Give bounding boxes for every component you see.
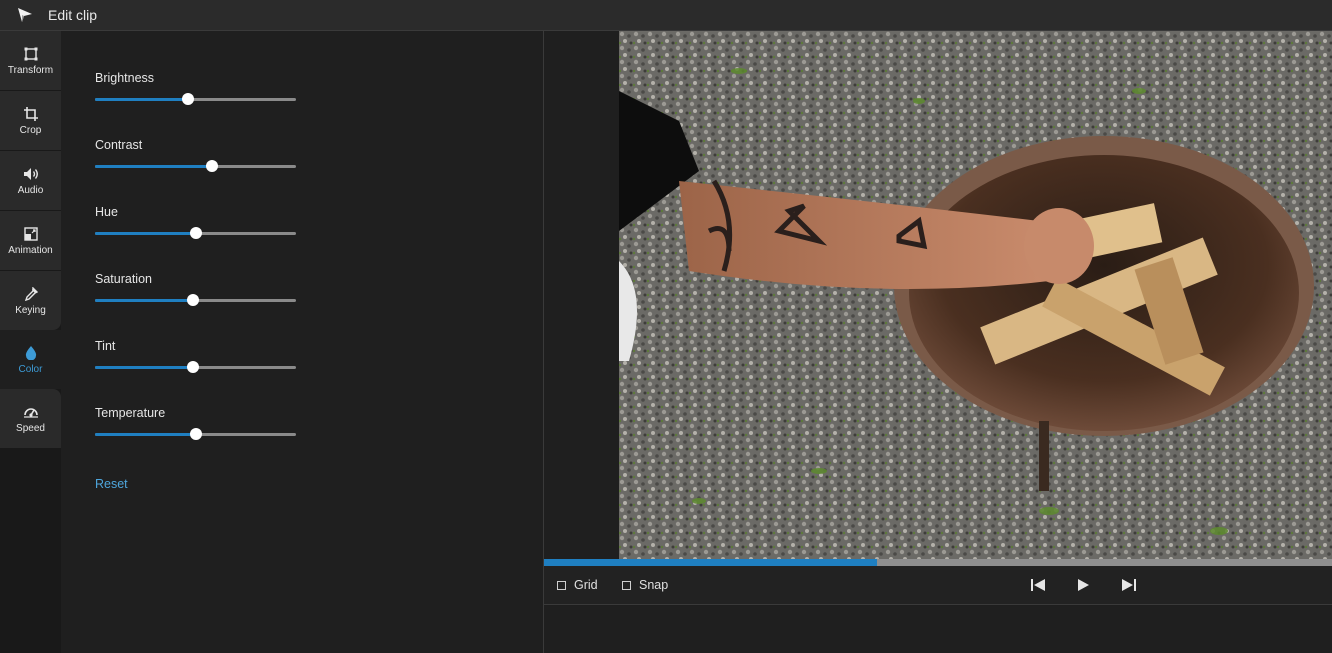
checkbox-icon: [557, 580, 566, 590]
tool-sidebar: Transform Crop Audio Animation Keying Co…: [0, 31, 61, 653]
speedometer-icon: [23, 404, 39, 420]
tint-slider-group: Tint: [95, 337, 305, 373]
crop-icon: [23, 106, 39, 122]
checkbox-icon: [622, 580, 631, 590]
tool-animation[interactable]: Animation: [0, 211, 61, 270]
title-bar: Edit clip: [0, 0, 1332, 31]
saturation-slider[interactable]: [95, 294, 296, 306]
slider-label: Tint: [95, 339, 116, 353]
slider-thumb[interactable]: [187, 294, 200, 306]
window-title: Edit clip: [48, 7, 98, 23]
tool-audio[interactable]: Audio: [0, 151, 61, 210]
slider-label: Saturation: [95, 272, 152, 286]
tool-label: Crop: [19, 124, 42, 136]
slider-thumb[interactable]: [205, 160, 218, 172]
tool-color[interactable]: Color: [0, 330, 61, 389]
hue-slider[interactable]: [95, 227, 296, 239]
slider-thumb[interactable]: [182, 93, 195, 105]
tool-label: Animation: [8, 244, 53, 256]
slider-label: Contrast: [95, 138, 143, 152]
slider-fill: [95, 165, 212, 168]
tool-label: Transform: [7, 64, 54, 76]
color-panel: Brightness Contrast Hue Saturation Tint: [61, 31, 543, 653]
slider-fill: [95, 366, 194, 369]
playback-controls: Grid Snap: [544, 566, 1332, 605]
tool-speed[interactable]: Speed: [0, 389, 61, 448]
tool-label: Speed: [16, 422, 45, 434]
skip-to-end-icon[interactable]: [1119, 576, 1139, 594]
play-icon[interactable]: [1073, 576, 1093, 594]
saturation-slider-group: Saturation: [95, 270, 305, 306]
hue-slider-group: Hue: [95, 203, 305, 239]
droplet-icon: [23, 345, 39, 361]
reset-link[interactable]: Reset: [95, 477, 128, 491]
video-frame-image: [619, 31, 1332, 559]
tool-crop[interactable]: Crop: [0, 91, 61, 150]
temperature-slider-group: Temperature: [95, 404, 305, 440]
app-logo-icon: [18, 8, 32, 22]
slider-fill: [95, 98, 189, 101]
playback-progress-bar[interactable]: [544, 559, 1332, 566]
skip-to-start-icon[interactable]: [1028, 576, 1048, 594]
progress-fill: [544, 559, 877, 566]
animation-icon: [23, 226, 39, 242]
tool-keying[interactable]: Keying: [0, 271, 61, 330]
slider-fill: [95, 232, 196, 235]
speaker-icon: [23, 166, 39, 182]
contrast-slider-group: Contrast: [95, 136, 305, 172]
timeline-area: [544, 606, 1332, 653]
tint-slider[interactable]: [95, 361, 296, 373]
slider-thumb[interactable]: [189, 428, 202, 440]
video-viewer: [544, 31, 1332, 559]
temperature-slider[interactable]: [95, 428, 296, 440]
eyedropper-icon: [23, 286, 39, 302]
tool-label: Keying: [15, 304, 46, 316]
brightness-slider[interactable]: [95, 93, 296, 105]
slider-fill: [95, 433, 196, 436]
snap-label: Snap: [639, 578, 669, 592]
tool-label: Color: [18, 363, 43, 375]
contrast-slider[interactable]: [95, 160, 296, 172]
snap-checkbox[interactable]: Snap: [622, 578, 668, 592]
slider-label: Brightness: [95, 71, 155, 85]
slider-fill: [95, 299, 194, 302]
transform-icon: [23, 46, 39, 62]
tool-label: Audio: [17, 184, 44, 196]
video-frame[interactable]: [619, 31, 1332, 559]
slider-thumb[interactable]: [189, 227, 202, 239]
slider-label: Hue: [95, 205, 118, 219]
grid-label: Grid: [574, 578, 598, 592]
slider-thumb[interactable]: [187, 361, 200, 373]
tool-transform[interactable]: Transform: [0, 31, 61, 90]
slider-label: Temperature: [95, 406, 166, 420]
grid-checkbox[interactable]: Grid: [557, 578, 598, 592]
brightness-slider-group: Brightness: [95, 69, 305, 105]
